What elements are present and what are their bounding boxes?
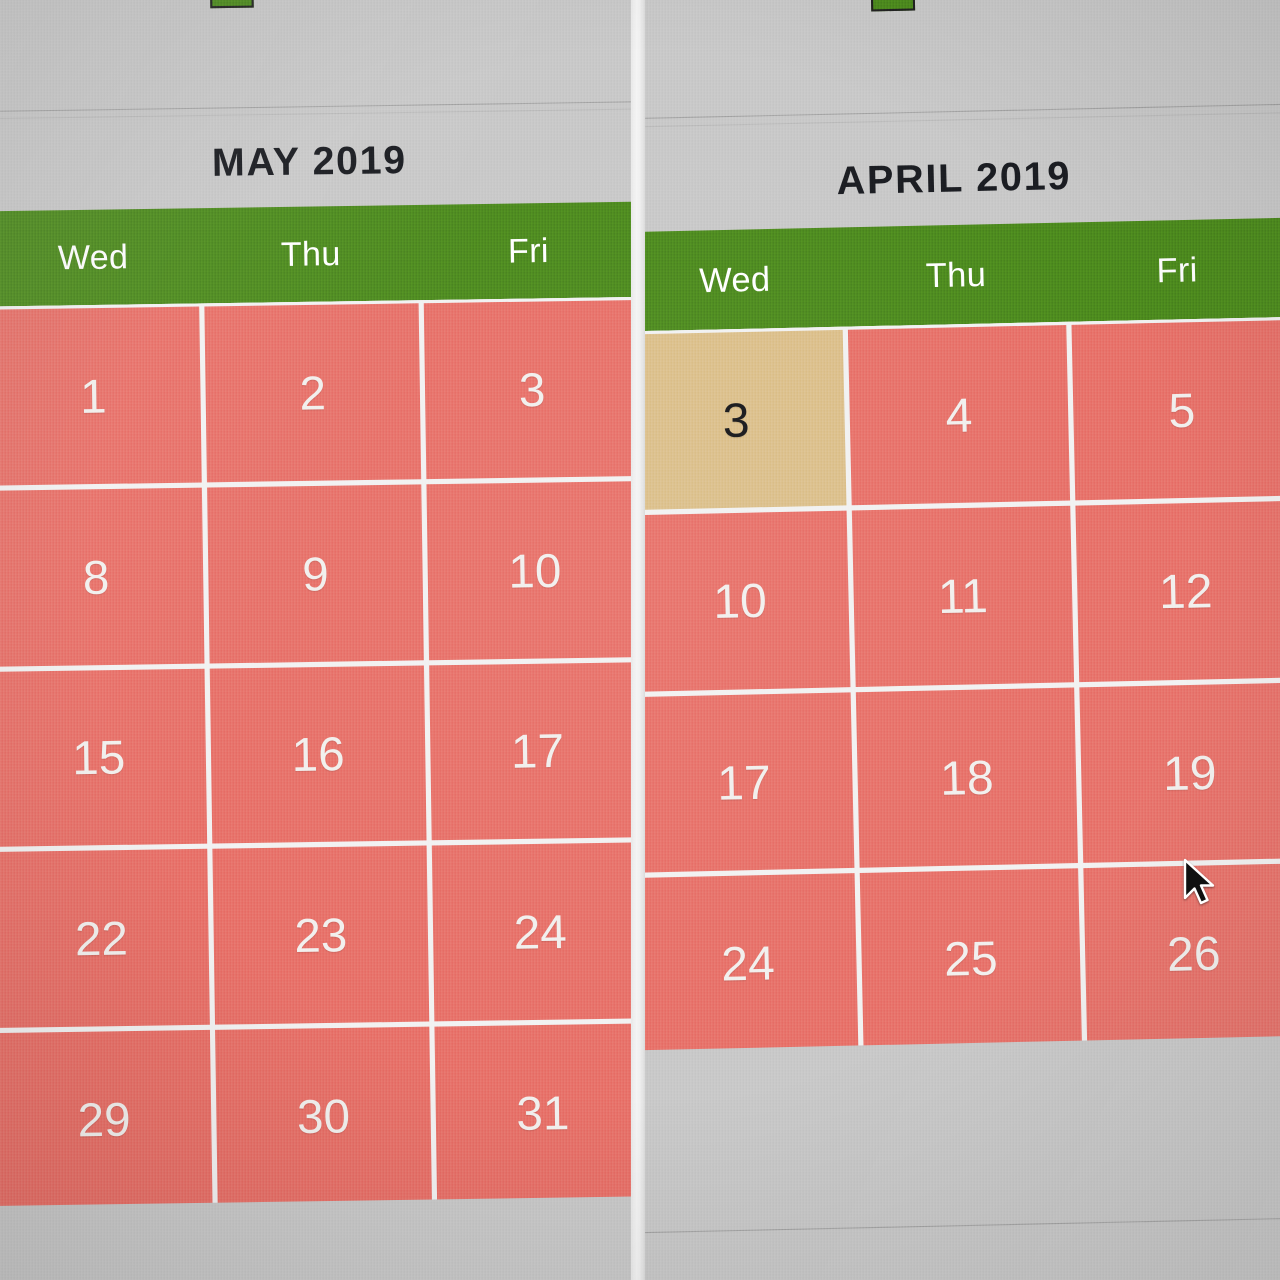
weekday-fri: Fri [507,230,550,270]
day-cell-30[interactable]: 30 [215,1026,432,1206]
day-cell-11[interactable]: 11 [852,505,1074,687]
day-number: 17 [510,723,565,779]
legend-available-label: Available [933,0,1067,7]
day-number: 11 [937,568,989,624]
day-number: 23 [293,908,348,963]
day-number: 3 [518,362,546,417]
day-cell-16[interactable]: 16 [209,665,427,844]
day-cell-18[interactable]: 18 [856,686,1078,868]
section-divider-top-shadow [645,112,1280,128]
day-number: 12 [1158,563,1214,620]
day-cell-31[interactable]: 31 [434,1023,631,1203]
panel-footer-may [0,1196,631,1280]
day-number: 5 [1167,382,1196,438]
weekday-header-april: Wed Thu Fri [645,217,1280,332]
day-number: 10 [507,543,562,598]
day-cell-9[interactable]: 9 [207,484,424,664]
calendar-panel-may: Available MAY 2019 Wed Thu Fri 123891015… [0,0,631,1280]
available-color-swatch [209,0,254,9]
day-cell-10[interactable]: 10 [645,510,851,692]
weekday-wed: Wed [57,237,129,277]
day-cell-3[interactable]: 3 [645,329,847,511]
day-cell-17[interactable]: 17 [429,661,631,841]
day-number: 30 [296,1089,351,1144]
day-number: 18 [939,749,995,805]
day-cell-17[interactable]: 17 [645,691,855,873]
legend-available: Available [870,0,1067,12]
day-cell-1[interactable]: 1 [0,306,202,486]
day-number: 1 [79,368,108,424]
section-divider-top [645,103,1280,120]
month-title-april: APRIL 2019 [836,154,1072,204]
day-cell-3[interactable]: 3 [423,300,631,479]
day-number: 26 [1166,925,1222,982]
day-cell-26[interactable]: 26 [1082,863,1280,1044]
legend-available-label: Available [272,0,404,4]
panel-footer-april [645,1035,1280,1280]
day-cell-24[interactable]: 24 [645,872,859,1054]
legend-available: Available [209,0,404,9]
day-number: 25 [943,930,999,986]
day-number: 4 [945,387,973,443]
day-cell-22[interactable]: 22 [0,849,210,1029]
day-grid-april[interactable]: 3 4 5 10 11 12 17 18 19 24 25 26 [645,316,1280,1057]
day-cell-23[interactable]: 23 [212,845,430,1025]
day-number: 19 [1162,744,1218,801]
day-cell-5[interactable]: 5 [1071,320,1280,501]
day-number: 2 [299,365,327,420]
day-cell-19[interactable]: 19 [1079,682,1280,863]
day-number: 31 [516,1085,570,1141]
day-cell-24[interactable]: 24 [431,842,631,1022]
day-cell-25[interactable]: 25 [860,867,1082,1049]
available-color-swatch [870,0,916,12]
day-cell-10[interactable]: 10 [426,480,631,660]
month-title-may: MAY 2019 [211,138,408,186]
day-number: 10 [712,573,768,629]
day-cell-2[interactable]: 2 [204,303,422,483]
panel-seam-divider [631,0,645,1280]
day-number: 22 [74,911,129,966]
day-grid-may[interactable]: 1 2 3 8 9 10 15 16 17 22 23 24 29 30 31 [0,296,631,1213]
day-number: 24 [720,935,776,991]
day-cell-8[interactable]: 8 [0,487,205,667]
day-number: 15 [71,730,126,786]
day-cell-12[interactable]: 12 [1075,501,1280,682]
day-cell-15[interactable]: 15 [0,668,208,848]
weekday-thu: Thu [925,254,987,295]
day-number: 17 [716,754,772,810]
weekday-fri: Fri [1156,249,1199,290]
day-number: 3 [722,392,751,448]
day-number: 24 [513,904,568,960]
weekday-header-may: Wed Thu Fri [0,201,631,307]
calendar-panel-april: Available APRIL 2019 Wed Thu Fri 3 4 5 10 11… [645,0,1280,1280]
day-number: 16 [291,727,346,782]
day-number: 9 [301,546,330,601]
weekday-thu: Thu [280,234,341,274]
weekday-wed: Wed [698,258,771,299]
day-number: 29 [77,1092,131,1147]
day-cell-4[interactable]: 4 [848,324,1070,506]
day-cell-29[interactable]: 29 [0,1030,213,1210]
day-number: 8 [82,549,110,604]
